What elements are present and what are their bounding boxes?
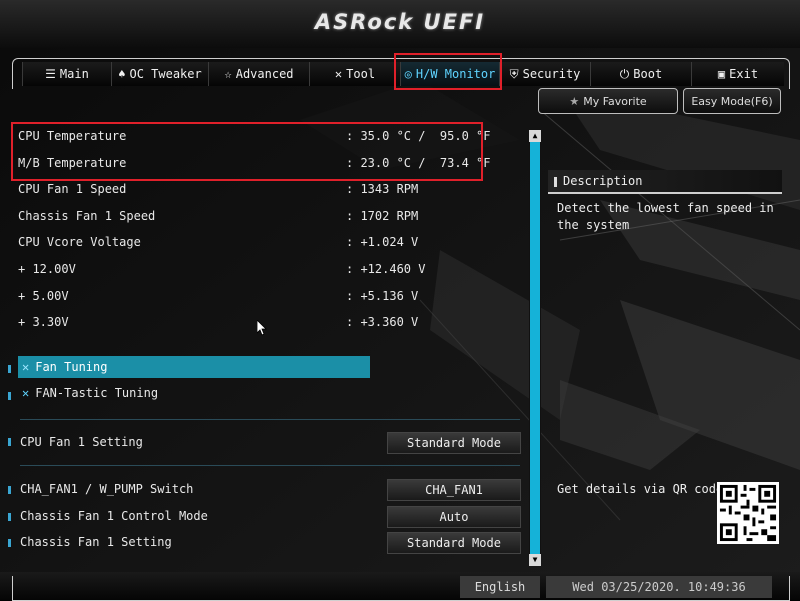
fan-tastic-tuning-item[interactable]: ✕ FAN-Tastic Tuning bbox=[18, 382, 370, 404]
shield-icon: ⛨ bbox=[509, 67, 519, 81]
tab-security[interactable]: ⛨ Security bbox=[499, 62, 590, 86]
cpu-fan1-setting-select[interactable]: Standard Mode bbox=[387, 432, 521, 454]
reading-12v[interactable]: + 12.00V : +12.460 V bbox=[18, 258, 425, 280]
easy-mode-button[interactable]: Easy Mode(F6) bbox=[683, 88, 781, 114]
star-icon: ☆ bbox=[224, 67, 232, 81]
scroll-up-arrow[interactable]: ▲ bbox=[529, 130, 541, 142]
qr-label: Get details via QR code bbox=[557, 482, 724, 496]
tool-icon: ✕ bbox=[334, 67, 343, 81]
tab-hw-monitor[interactable]: ◎ H/W Monitor bbox=[400, 62, 499, 86]
bullet-marker bbox=[8, 438, 11, 446]
mouse-cursor-icon bbox=[257, 320, 267, 336]
reading-cpu-temperature[interactable]: CPU Temperature : 35.0 °C / 95.0 °F bbox=[18, 125, 491, 147]
language-button[interactable]: English bbox=[460, 576, 540, 598]
tab-exit[interactable]: ▣ Exit bbox=[691, 62, 784, 86]
star-icon: ★ bbox=[569, 94, 580, 108]
scroll-down-arrow[interactable]: ▼ bbox=[529, 554, 541, 566]
bullet-marker bbox=[8, 486, 11, 494]
my-favorite-button[interactable]: ★ My Favorite bbox=[538, 88, 678, 114]
tab-advanced[interactable]: ☆ Advanced bbox=[208, 62, 309, 86]
reading-3v3[interactable]: + 3.30V : +3.360 V bbox=[18, 311, 418, 333]
chassis-fan1-setting-select[interactable]: Standard Mode bbox=[387, 532, 521, 554]
fan-tool-icon: ✕ bbox=[22, 360, 30, 374]
scrollbar-thumb[interactable] bbox=[530, 142, 540, 554]
reading-cpu-fan-speed[interactable]: CPU Fan 1 Speed : 1343 RPM bbox=[18, 178, 418, 200]
flame-icon: ♠ bbox=[118, 67, 126, 81]
fan-tuning-item[interactable]: ✕ Fan Tuning bbox=[18, 356, 370, 378]
datetime-display: Wed 03/25/2020. 10:49:36 bbox=[546, 576, 772, 598]
asrock-uefi-logo: ASRock UEFI bbox=[314, 10, 486, 34]
reading-mb-temperature[interactable]: M/B Temperature : 23.0 °C / 73.4 °F bbox=[18, 152, 491, 174]
divider bbox=[20, 465, 520, 466]
tab-boot[interactable]: ⏻ Boot bbox=[590, 62, 691, 86]
reading-cpu-vcore[interactable]: CPU Vcore Voltage : +1.024 V bbox=[18, 231, 418, 253]
tab-bar: ☰ Main ♠ OC Tweaker ☆ Advanced ✕ Tool ◎ … bbox=[0, 48, 800, 89]
list-icon: ☰ bbox=[45, 67, 56, 81]
divider bbox=[20, 419, 520, 420]
bullet-marker bbox=[8, 392, 11, 400]
setting-cpu-fan1-label: CPU Fan 1 Setting bbox=[20, 435, 143, 449]
setting-chassis-fan-control-label: Chassis Fan 1 Control Mode bbox=[20, 509, 208, 523]
cha-fan-switch-select[interactable]: CHA_FAN1 bbox=[387, 479, 521, 501]
status-bar: English Wed 03/25/2020. 10:49:36 bbox=[0, 572, 800, 601]
reading-chassis-fan-speed[interactable]: Chassis Fan 1 Speed : 1702 RPM bbox=[18, 205, 418, 227]
hw-monitor-panel: CPU Temperature : 35.0 °C / 95.0 °F M/B … bbox=[0, 90, 800, 572]
fan-tool-icon: ✕ bbox=[22, 386, 30, 400]
exit-icon: ▣ bbox=[717, 67, 726, 81]
bullet-marker bbox=[8, 539, 11, 547]
tab-main[interactable]: ☰ Main bbox=[22, 62, 111, 86]
chassis-fan-control-select[interactable]: Auto bbox=[387, 506, 521, 528]
power-icon: ⏻ bbox=[619, 67, 630, 81]
bullet-marker bbox=[8, 365, 11, 373]
qr-code bbox=[717, 482, 779, 544]
description-text: Detect the lowest fan speed in the syste… bbox=[557, 201, 774, 232]
setting-cha-fan-switch-label: CHA_FAN1 / W_PUMP Switch bbox=[20, 482, 194, 496]
scrollbar[interactable]: ▲ ▼ bbox=[529, 130, 541, 566]
monitor-icon: ◎ bbox=[404, 67, 412, 81]
bullet-marker bbox=[8, 513, 11, 521]
description-header: Description bbox=[548, 170, 782, 194]
tab-tool[interactable]: ✕ Tool bbox=[309, 62, 400, 86]
title-bar: ASRock UEFI bbox=[0, 0, 800, 48]
reading-5v[interactable]: + 5.00V : +5.136 V bbox=[18, 285, 418, 307]
setting-chassis-fan1-label: Chassis Fan 1 Setting bbox=[20, 535, 172, 549]
tab-oc-tweaker[interactable]: ♠ OC Tweaker bbox=[111, 62, 208, 86]
